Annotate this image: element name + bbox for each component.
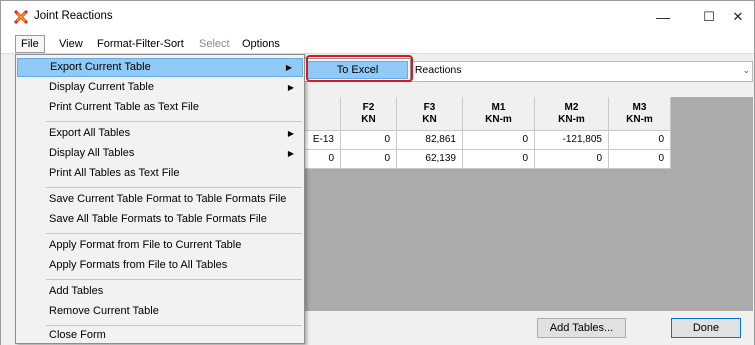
menu-item-print-all-tables[interactable]: Print All Tables as Text File: [16, 164, 304, 183]
app-logo-icon: [14, 10, 28, 24]
grid-cell[interactable]: 82,861: [397, 131, 463, 150]
menu-item-label: Apply Format from File to Current Table: [49, 239, 242, 251]
header-unit: KN: [422, 114, 437, 125]
menu-view[interactable]: View: [59, 36, 83, 52]
submenu-arrow-icon: ▶: [285, 63, 292, 72]
header-unit: KN-m: [558, 114, 585, 125]
menu-item-save-current-format[interactable]: Save Current Table Format to Table Forma…: [16, 190, 304, 209]
submenu-arrow-icon: ▶: [287, 83, 294, 92]
menu-item-add-tables[interactable]: Add Tables: [16, 282, 304, 301]
menu-item-export-current-table[interactable]: Export Current Table ▶: [17, 58, 303, 77]
data-grid: F2 KN F3 KN M1 KN-m M2 KN-m M3 KN-m E-13…: [301, 97, 753, 311]
menu-separator: [46, 121, 302, 122]
menu-item-label: Apply Formats from File to All Tables: [49, 259, 228, 271]
grid-header-m1[interactable]: M1 KN-m: [463, 97, 535, 131]
menu-item-display-current-table[interactable]: Display Current Table ▶: [16, 78, 304, 97]
header-unit: KN-m: [626, 114, 653, 125]
header-name: M2: [564, 102, 579, 113]
menu-item-close-form[interactable]: Close Form: [16, 326, 304, 345]
grid-cell[interactable]: 0: [535, 150, 609, 169]
header-name: M1: [491, 102, 506, 113]
header-name: F2: [362, 102, 375, 113]
joint-reactions-window: Joint Reactions — ☐ ✕ File View Format-F…: [0, 0, 755, 345]
menu-item-label: Display Current Table: [49, 81, 154, 93]
menu-item-apply-format-current[interactable]: Apply Format from File to Current Table: [16, 236, 304, 255]
file-menu-dropdown: Export Current Table ▶ Display Current T…: [15, 54, 305, 344]
grid-cell[interactable]: 0: [341, 150, 397, 169]
header-unit: KN-m: [485, 114, 512, 125]
header-name: F3: [423, 102, 436, 113]
grid-header-m2[interactable]: M2 KN-m: [535, 97, 609, 131]
grid-header-f3[interactable]: F3 KN: [397, 97, 463, 131]
menu-item-label: Add Tables: [49, 285, 104, 297]
menu-item-label: Display All Tables: [49, 147, 135, 159]
menu-bar: File View Format-Filter-Sort Select Opti…: [1, 33, 754, 54]
menu-separator: [46, 187, 302, 188]
grid-cell[interactable]: 0: [463, 131, 535, 150]
chevron-down-icon[interactable]: ⌄: [742, 65, 750, 76]
grid-header-partial: [301, 97, 341, 131]
menu-options[interactable]: Options: [242, 36, 280, 52]
menu-separator: [46, 233, 302, 234]
highlight-outline: [306, 55, 413, 82]
grid-cell[interactable]: E-13: [301, 131, 341, 150]
menu-item-label: Remove Current Table: [49, 305, 159, 317]
grid-cell[interactable]: 62,139: [397, 150, 463, 169]
menu-item-label: Close Form: [49, 329, 106, 341]
close-button[interactable]: ✕: [723, 1, 753, 33]
header-name: M3: [632, 102, 647, 113]
minimize-button[interactable]: —: [648, 1, 678, 33]
submenu-arrow-icon: ▶: [287, 129, 294, 138]
menu-item-remove-current-table[interactable]: Remove Current Table: [16, 302, 304, 321]
grid-cell[interactable]: 0: [301, 150, 341, 169]
grid-cell[interactable]: 0: [609, 131, 671, 150]
grid-header-m3[interactable]: M3 KN-m: [609, 97, 671, 131]
add-tables-button[interactable]: Add Tables...: [537, 318, 626, 338]
menu-item-label: Print All Tables as Text File: [49, 167, 180, 179]
menu-item-label: Export Current Table: [50, 61, 151, 73]
menu-item-label: Print Current Table as Text File: [49, 101, 199, 113]
menu-item-label: Save All Table Formats to Table Formats …: [49, 213, 267, 225]
menu-format-filter-sort[interactable]: Format-Filter-Sort: [97, 36, 184, 52]
menu-select[interactable]: Select: [199, 36, 230, 52]
menu-item-label: Export All Tables: [49, 127, 131, 139]
done-button[interactable]: Done: [671, 318, 741, 338]
title-bar: Joint Reactions — ☐ ✕: [1, 1, 754, 33]
window-title: Joint Reactions: [34, 10, 113, 22]
maximize-button[interactable]: ☐: [694, 1, 724, 33]
grid-cell[interactable]: 0: [609, 150, 671, 169]
grid-cell[interactable]: 0: [341, 131, 397, 150]
menu-item-print-current-table[interactable]: Print Current Table as Text File: [16, 98, 304, 117]
table-selector-value: t Reactions: [409, 64, 462, 76]
grid-header-f2[interactable]: F2 KN: [341, 97, 397, 131]
menu-item-apply-formats-all[interactable]: Apply Formats from File to All Tables: [16, 256, 304, 275]
header-unit: KN: [361, 114, 376, 125]
submenu-arrow-icon: ▶: [287, 149, 294, 158]
grid-cell[interactable]: 0: [463, 150, 535, 169]
menu-separator: [46, 279, 302, 280]
grid-cell[interactable]: -121,805: [535, 131, 609, 150]
menu-item-save-all-formats[interactable]: Save All Table Formats to Table Formats …: [16, 210, 304, 229]
menu-item-export-all-tables[interactable]: Export All Tables ▶: [16, 124, 304, 143]
menu-item-display-all-tables[interactable]: Display All Tables ▶: [16, 144, 304, 163]
menu-item-label: Save Current Table Format to Table Forma…: [49, 193, 287, 205]
menu-file[interactable]: File: [15, 35, 45, 53]
